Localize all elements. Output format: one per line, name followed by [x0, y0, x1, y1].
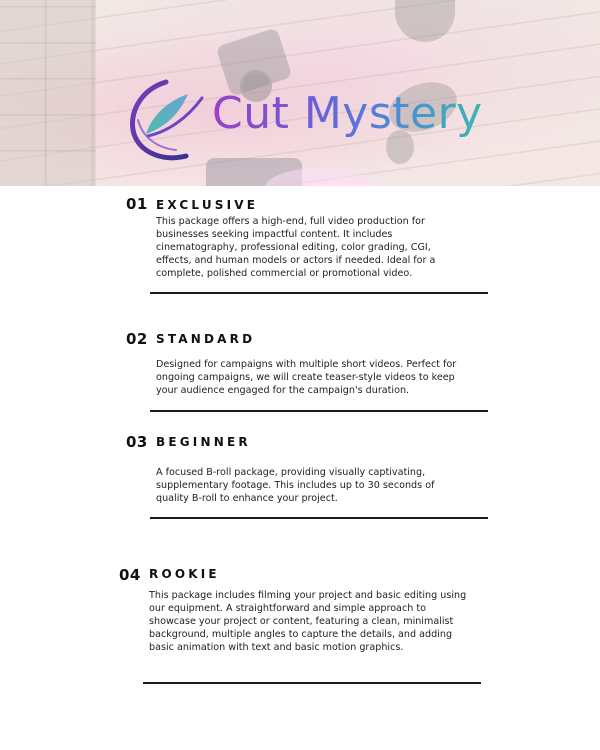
leaf-swoosh-icon [130, 79, 204, 161]
section-divider [150, 292, 488, 294]
package-number: 01 [126, 195, 148, 213]
package-description: A focused B-roll package, providing visu… [156, 467, 435, 504]
brand-logo: Cut Mystery [126, 74, 496, 166]
package-title: STANDARD [156, 332, 256, 346]
package-number: 03 [126, 433, 148, 451]
section-divider [150, 517, 488, 519]
package-description: Designed for campaigns with multiple sho… [156, 359, 457, 396]
package-title: ROOKIE [149, 567, 220, 581]
package-number: 02 [126, 330, 148, 348]
package-number: 04 [119, 566, 141, 584]
section-divider [150, 410, 488, 412]
brand-name: Cut Mystery [212, 84, 483, 144]
section-divider [143, 682, 481, 684]
package-description: This package includes filming your proje… [149, 590, 467, 653]
package-description: This package offers a high-end, full vid… [156, 216, 436, 279]
page: Cut Mystery 01 EXCLUSIVE This package of… [0, 0, 600, 750]
package-title: EXCLUSIVE [156, 198, 259, 212]
package-title: BEGINNER [156, 435, 251, 449]
header-photo: Cut Mystery [0, 0, 600, 186]
